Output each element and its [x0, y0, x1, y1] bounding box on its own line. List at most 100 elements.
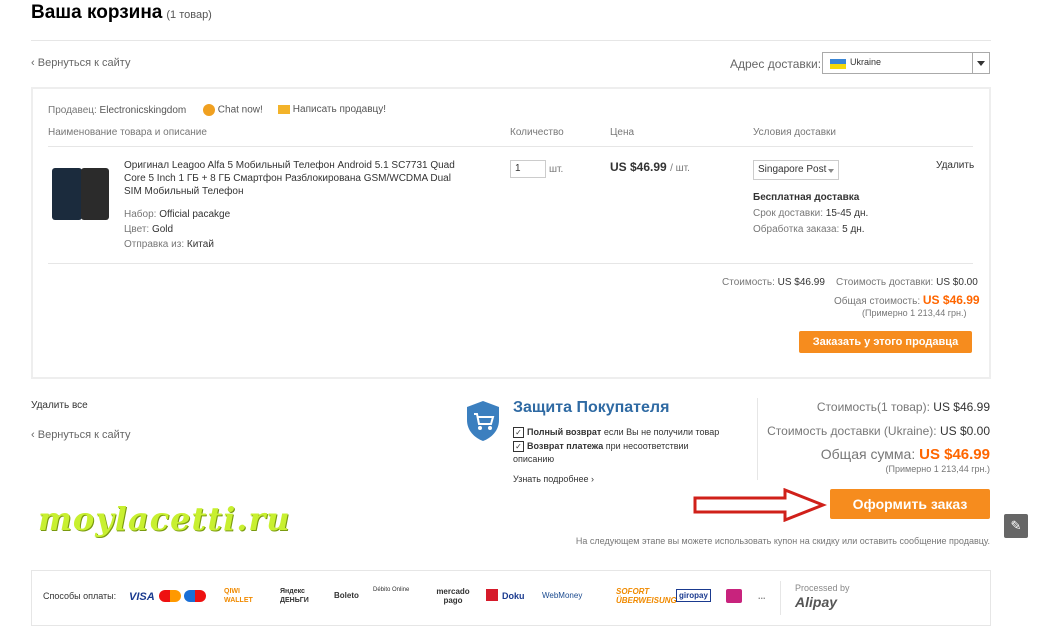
page-title: Ваша корзина (1 товар) [31, 2, 212, 24]
product-title[interactable]: Оригинал Leagoo Alfa 5 Мобильный Телефон… [124, 159, 464, 198]
delivery-time: Срок доставки: 15-45 дн. [753, 208, 868, 219]
seller-total: Общая стоимость: US $46.99 [834, 293, 980, 307]
address-select[interactable]: Ukraine [822, 52, 990, 74]
order-approx: (Примерно 1 213,44 грн.) [885, 464, 990, 474]
refund-rest: если Вы не получили товар [603, 427, 720, 437]
payment-methods-box: Способы оплаты: VISA QIWI WALLET Яндекс … [31, 570, 991, 626]
address-value: Ukraine [850, 57, 882, 67]
mastercard-logo [159, 590, 181, 602]
order-total-label: Общая сумма: [820, 446, 916, 462]
order-from-seller-button[interactable]: Заказать у этого продавца [799, 331, 972, 353]
set-label: Набор: [124, 209, 157, 220]
product-image[interactable] [52, 168, 82, 220]
delete-all-link[interactable]: Удалить все [31, 400, 88, 411]
processing-label: Обработка заказа: [753, 224, 840, 235]
shipping-method-select[interactable]: Singapore Post [753, 160, 839, 180]
protection-return: ✓ Возврат платежа при несоответствии опис… [513, 440, 723, 466]
shield-icon [467, 401, 499, 441]
chat-now-button[interactable]: Chat now! [203, 104, 263, 116]
chevron-down-icon[interactable] [972, 53, 989, 73]
page-title-text: Ваша корзина [31, 2, 163, 23]
checkbox-icon: ✓ [513, 427, 524, 439]
return-bold: Возврат платежа [527, 441, 604, 451]
payment-label: Способы оплаты: [43, 591, 117, 601]
seller-approx: (Примерно 1 213,44 грн.) [862, 308, 967, 318]
processed-by-label: Processed by [795, 583, 850, 593]
envelope-icon [278, 104, 290, 114]
chat-icon [203, 104, 215, 116]
order-total: Общая сумма: US $46.99 [821, 446, 990, 463]
visa-logo: VISA [129, 591, 155, 603]
doku-icon [486, 589, 498, 601]
checkout-button[interactable]: Оформить заказ [830, 489, 990, 519]
divider [48, 146, 973, 147]
edit-icon[interactable]: ✎ [1004, 514, 1028, 538]
seller-cost-value: US $46.99 [777, 277, 825, 288]
order-cost: Стоимость(1 товар): US $46.99 [817, 400, 990, 414]
maestro-logo [184, 590, 206, 602]
order-shipping: Стоимость доставки (Ukraine): US $0.00 [767, 424, 990, 438]
qiwi-logo: QIWI WALLET [224, 588, 253, 604]
seller-label: Продавец: [48, 105, 97, 116]
seller-name[interactable]: Electronicskingdom [100, 105, 187, 116]
address-label: Адрес доставки: [730, 57, 822, 71]
seller-cost: Стоимость: US $46.99 [722, 277, 825, 288]
column-price: Цена [610, 127, 635, 138]
order-ship-label: Стоимость доставки (Ukraine): [767, 424, 937, 438]
ukraine-flag-icon [830, 59, 846, 69]
column-product: Наименование товара и описание [48, 127, 207, 138]
back-to-site-link[interactable]: ‹ Вернуться к сайту [31, 57, 130, 69]
learn-more-link[interactable]: Узнать подробнее › [513, 474, 594, 484]
next-step-note: На следующем этапе вы можете использоват… [575, 536, 990, 546]
product-image-back [81, 168, 109, 220]
set-value: Official pacakge [159, 209, 231, 220]
back-link-text: Вернуться к сайту [37, 57, 131, 69]
seller-ship-value: US $0.00 [936, 277, 978, 288]
color-label: Цвет: [124, 224, 150, 235]
seller-total-label: Общая стоимость: [834, 296, 921, 307]
delete-item-link[interactable]: Удалить [936, 160, 974, 171]
column-qty: Количество [510, 127, 564, 138]
watermark: moylacetti.ru [38, 500, 291, 538]
ship-from-value: Китай [186, 239, 214, 250]
delivery-label: Срок доставки: [753, 208, 823, 219]
unit-price: US $46.99 / шт. [610, 160, 690, 174]
debito-online-logo: Débito Online [373, 587, 410, 593]
divider [757, 398, 758, 480]
divider [780, 581, 781, 615]
chat-label: Chat now! [217, 104, 263, 116]
order-cost-value: US $46.99 [933, 400, 990, 414]
color-value: Gold [151, 224, 174, 235]
order-ship-value: US $0.00 [939, 424, 990, 438]
refund-bold: Полный возврат [527, 427, 602, 437]
shipping-method-value: Singapore Post [758, 164, 827, 175]
ship-from-label: Отправка из: [124, 239, 185, 250]
product-attributes: Набор: Official pacakge Цвет: Gold Отпра… [124, 207, 230, 252]
learn-more-text: Узнать подробнее [513, 474, 589, 484]
protection-refund: ✓ Полный возврат если Вы не получили това… [513, 426, 743, 439]
boleto-logo: Boleto [334, 591, 359, 600]
qty-unit: шт. [549, 164, 564, 175]
price-value: US $46.99 [610, 160, 667, 174]
message-seller-label: Написать продавцу! [292, 104, 387, 115]
processing-value: 5 дн. [842, 224, 865, 235]
quantity-input[interactable]: 1 [510, 160, 546, 178]
yandex-money-logo: Яндекс ДЕНЬГИ [280, 588, 309, 604]
alipay-logo: Alipay [795, 594, 838, 610]
back-link-text: Вернуться к сайту [37, 429, 131, 441]
back-to-site-link-bottom[interactable]: ‹ Вернуться к сайту [31, 429, 130, 441]
seller-total-value: US $46.99 [922, 293, 980, 307]
more-methods: ... [758, 591, 766, 601]
seller-ship-label: Стоимость доставки: [836, 277, 934, 288]
buyer-protection-title: Защита Покупателя [513, 399, 670, 416]
checkbox-icon: ✓ [513, 441, 524, 453]
divider [31, 40, 991, 41]
free-shipping-label: Бесплатная доставка [753, 192, 860, 203]
mercado-pago-logo: mercado pago [436, 587, 470, 605]
webmoney-logo: WebMoney [542, 591, 583, 600]
seller-info: Продавец: Electronicskingdom [48, 105, 186, 116]
seller-cost-label: Стоимость: [722, 277, 775, 288]
message-seller-button[interactable]: Написать продавцу! [278, 104, 386, 115]
sofort-logo: SOFORT ÜBERWEISUNG [616, 587, 677, 605]
order-cost-label: Стоимость(1 товар): [816, 400, 930, 414]
